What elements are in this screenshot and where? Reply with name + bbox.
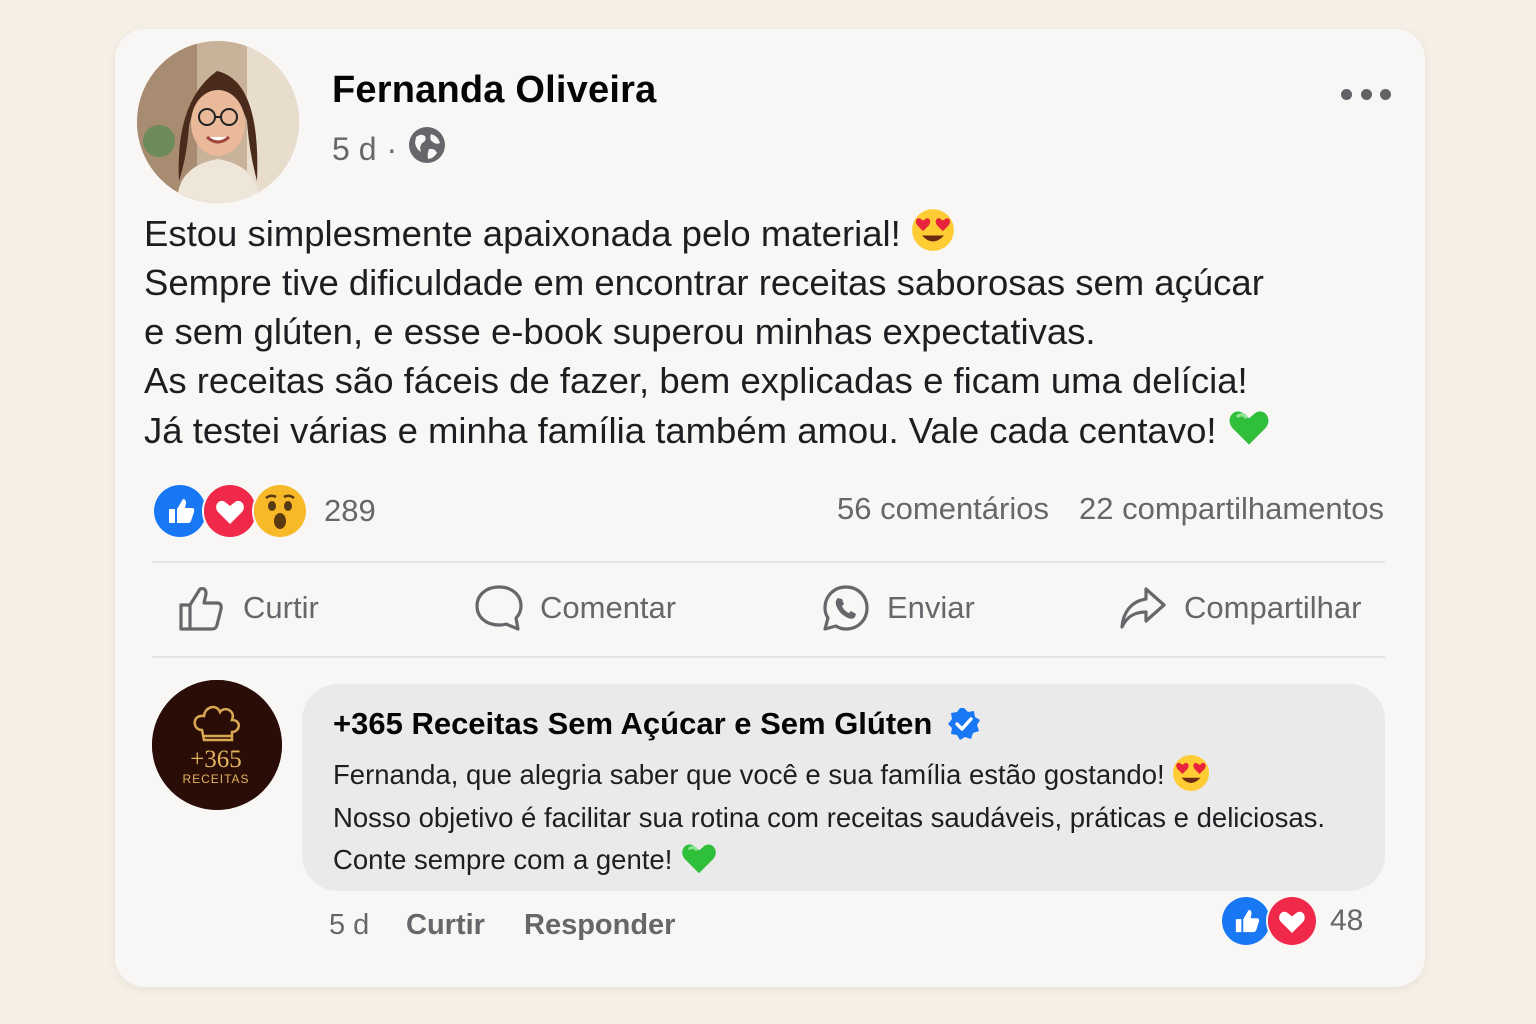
comment-count[interactable]: 56 comentários	[837, 491, 1049, 527]
reply-bubble: +365 Receitas Sem Açúcar e Sem Glúten Fe…	[302, 684, 1385, 891]
reply-line-text: Fernanda, que alegria saber que você e s…	[333, 759, 1165, 790]
reply-text: Fernanda, que alegria saber que você e s…	[333, 754, 1325, 882]
reply-time[interactable]: 5 d	[329, 909, 369, 942]
post-line: e sem glúten, e esse e-book superou minh…	[144, 311, 1096, 352]
verified-badge-icon	[948, 708, 981, 740]
reaction-summary[interactable]: 289	[152, 483, 376, 539]
more-horizontal-icon	[1341, 88, 1352, 100]
whatsapp-icon	[823, 585, 869, 631]
like-reaction-icon	[152, 483, 208, 539]
speech-bubble-icon	[475, 585, 523, 631]
page-avatar-number: +365	[190, 746, 242, 773]
post-line-text: Já testei várias e minha família também …	[144, 410, 1217, 451]
reply-line: Fernanda, que alegria saber que você e s…	[333, 754, 1325, 797]
post-card: Fernanda Oliveira 5 d · Estou simplesmen…	[115, 29, 1425, 987]
reply-line: Nosso objetivo é facilitar sua rotina co…	[333, 801, 1326, 833]
reply-respond-button[interactable]: Responder	[524, 909, 675, 942]
thumbs-up-icon	[179, 586, 223, 631]
love-reaction-icon	[1266, 895, 1318, 947]
post-meta: 5 d ·	[332, 127, 447, 171]
send-label: Enviar	[887, 590, 975, 625]
page-avatar-subtext: RECEITAS	[182, 772, 249, 786]
page-name-text: +365 Receitas Sem Açúcar e Sem Glúten	[333, 706, 933, 741]
post-line: Estou simplesmente apaixonada pelo mater…	[144, 208, 1404, 258]
more-options-button[interactable]	[1341, 84, 1391, 104]
post-time[interactable]: 5 d	[332, 131, 376, 168]
comment-label: Comentar	[540, 590, 677, 625]
comment-button[interactable]: Comentar	[474, 581, 676, 635]
share-arrow-icon	[1120, 587, 1166, 629]
post-line: As receitas são fáceis de fazer, bem exp…	[144, 360, 1248, 401]
share-count[interactable]: 22 compartilhamentos	[1079, 491, 1384, 527]
heart-eyes-emoji	[912, 209, 954, 251]
reply-like-button[interactable]: Curtir	[406, 909, 485, 942]
like-label: Curtir	[243, 590, 319, 625]
reaction-count: 289	[324, 493, 376, 528]
post-stats: 56 comentários 22 compartilhamentos	[837, 491, 1384, 527]
reply-line: Conte sempre com a gente!	[333, 839, 1325, 882]
reply-reaction-summary[interactable]: 48	[1220, 895, 1363, 947]
more-dot	[1360, 88, 1372, 100]
more-dot	[1380, 88, 1391, 100]
post-text: Estou simplesmente apaixonada pelo mater…	[144, 208, 1404, 455]
post-line: Sempre tive dificuldade em encontrar rec…	[144, 262, 1264, 303]
page-name[interactable]: +365 Receitas Sem Açúcar e Sem Glúten	[333, 706, 982, 742]
like-button[interactable]: Curtir	[177, 581, 319, 635]
wow-reaction-icon	[252, 483, 308, 539]
divider	[152, 656, 1385, 658]
page-avatar[interactable]: +365 RECEITAS	[152, 680, 282, 810]
reply-line-text: Conte sempre com a gente!	[333, 844, 673, 875]
post-line-text: Estou simplesmente apaixonada pelo mater…	[144, 213, 901, 254]
green-heart-emoji	[1227, 409, 1270, 447]
like-reaction-icon	[1220, 895, 1272, 947]
green-heart-emoji	[680, 843, 718, 875]
reply-reaction-count: 48	[1330, 904, 1364, 937]
meta-separator: ·	[386, 130, 398, 167]
author-avatar[interactable]	[137, 41, 299, 203]
divider	[152, 561, 1385, 563]
globe-icon	[407, 125, 447, 173]
share-button[interactable]: Compartilhar	[1118, 581, 1361, 635]
post-line: Já testei várias e minha família também …	[144, 405, 1404, 455]
send-button[interactable]: Enviar	[821, 581, 975, 635]
heart-eyes-emoji	[1173, 754, 1210, 792]
share-label: Compartilhar	[1184, 590, 1362, 625]
love-reaction-icon	[202, 483, 258, 539]
author-name[interactable]: Fernanda Oliveira	[332, 69, 656, 112]
